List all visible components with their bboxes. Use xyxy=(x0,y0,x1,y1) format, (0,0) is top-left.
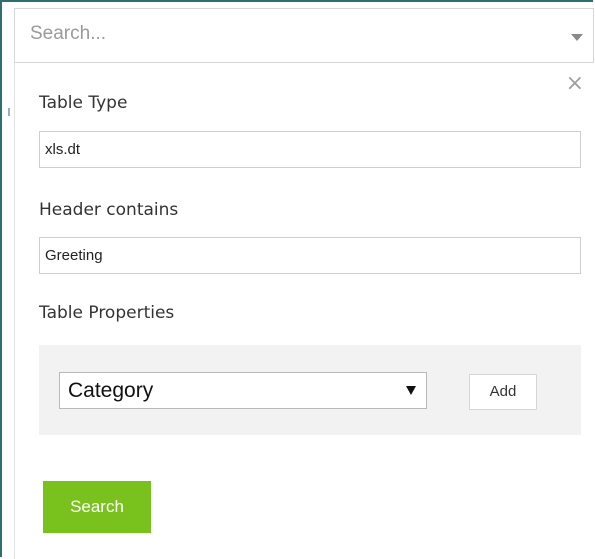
close-icon[interactable]: × xyxy=(566,73,584,95)
table-type-label: Table Type xyxy=(39,93,128,113)
advanced-search-panel: × Table Type xls.dt Header contains Gree… xyxy=(14,63,594,559)
header-contains-label: Header contains xyxy=(39,200,179,220)
add-button[interactable]: Add xyxy=(469,374,537,410)
category-select[interactable]: Category xyxy=(59,372,427,409)
chevron-down-icon[interactable] xyxy=(571,34,583,41)
search-placeholder: Search... xyxy=(30,23,107,44)
dropdown-arrow-icon xyxy=(406,386,416,395)
table-properties-label: Table Properties xyxy=(39,303,175,323)
search-combobox[interactable]: Search... xyxy=(14,8,594,63)
header-contains-input[interactable]: Greeting xyxy=(39,237,581,274)
search-button[interactable]: Search xyxy=(43,481,151,533)
table-properties-box: Category Add xyxy=(39,345,581,435)
edge-marker xyxy=(8,108,10,116)
table-type-input[interactable]: xls.dt xyxy=(39,131,581,168)
category-select-value: Category xyxy=(68,379,154,402)
